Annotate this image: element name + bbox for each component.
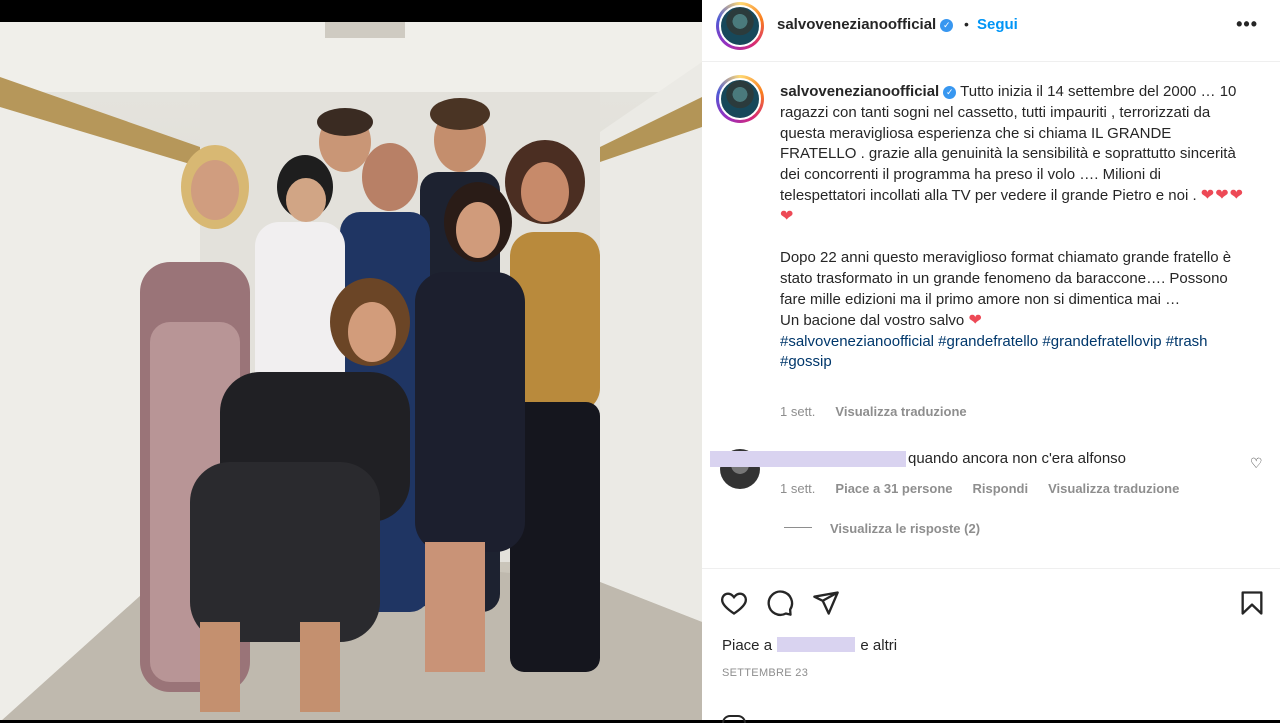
heart-icon[interactable] bbox=[720, 589, 748, 617]
likes-suffix[interactable]: e altri bbox=[860, 637, 897, 654]
comment-like-heart-icon[interactable]: ♡ bbox=[1250, 455, 1263, 472]
comment-time[interactable]: 1 sett. bbox=[780, 481, 815, 496]
follow-button[interactable]: Segui bbox=[977, 16, 1018, 33]
comment-reply-button[interactable]: Rispondi bbox=[973, 481, 1029, 496]
comment-translate-link[interactable]: Visualizza traduzione bbox=[1048, 481, 1179, 496]
likes-prefix: Piace a bbox=[722, 637, 773, 654]
author-username-text[interactable]: salvovenezianoofficial bbox=[777, 16, 936, 33]
share-icon[interactable] bbox=[812, 589, 840, 617]
post-photo[interactable] bbox=[0, 22, 702, 720]
caption-author-avatar[interactable] bbox=[716, 75, 764, 123]
photo-top-bar bbox=[0, 0, 702, 22]
instagram-post-modal: salvovenezianoofficial ✓ • Segui ••• salv… bbox=[0, 0, 1280, 723]
post-header: salvovenezianoofficial ✓ • Segui ••• bbox=[702, 0, 1280, 62]
post-date[interactable]: SETTEMBRE 23 bbox=[722, 667, 808, 679]
caption-paragraph-2: Dopo 22 anni questo meraviglioso format … bbox=[780, 249, 1232, 308]
post-actions: Piace a e altri SETTEMBRE 23 bbox=[702, 568, 1280, 723]
comment-meta: 1 sett. Piace a 31 persone Rispondi Visuali… bbox=[780, 481, 1179, 496]
more-options-icon[interactable]: ••• bbox=[1236, 14, 1258, 35]
heart-emoji: ❤ bbox=[968, 311, 983, 329]
caption-paragraph-3: Un bacione dal vostro salvo bbox=[780, 311, 965, 329]
emoji-icon[interactable] bbox=[722, 715, 746, 723]
replies-divider-line bbox=[784, 527, 812, 528]
group-photo-illustration bbox=[0, 22, 702, 720]
comments-scroll-area[interactable]: salvovenezianoofficial ✓ Tutto inizia il … bbox=[702, 63, 1280, 568]
post-photo-area bbox=[0, 0, 702, 720]
comment-icon[interactable] bbox=[766, 589, 794, 617]
redacted-commenter-name bbox=[710, 451, 906, 467]
view-replies-link[interactable]: Visualizza le risposte (2) bbox=[830, 521, 980, 536]
caption-username[interactable]: salvovenezianoofficial bbox=[780, 83, 939, 100]
author-username[interactable]: salvovenezianoofficial ✓ bbox=[777, 16, 954, 33]
comment-likes[interactable]: Piace a 31 persone bbox=[835, 481, 952, 496]
caption-time[interactable]: 1 sett. bbox=[780, 404, 815, 419]
verified-badge-icon: ✓ bbox=[943, 86, 957, 99]
header-separator: • bbox=[964, 16, 969, 32]
view-replies[interactable]: Visualizza le risposte (2) bbox=[830, 521, 980, 536]
post-caption: salvovenezianoofficial ✓ Tutto inizia il … bbox=[780, 82, 1250, 373]
caption-paragraph-1: Tutto inizia il 14 settembre del 2000 … … bbox=[780, 83, 1237, 204]
bookmark-icon[interactable] bbox=[1238, 589, 1266, 617]
redacted-liker-name bbox=[777, 637, 856, 652]
caption-translate-link[interactable]: Visualizza traduzione bbox=[835, 404, 966, 419]
post-side-panel: salvovenezianoofficial ✓ • Segui ••• salv… bbox=[702, 0, 1280, 723]
verified-badge-icon: ✓ bbox=[940, 19, 954, 32]
caption-meta: 1 sett. Visualizza traduzione bbox=[780, 404, 967, 419]
author-avatar[interactable] bbox=[716, 2, 764, 50]
post-likes: Piace a e altri bbox=[722, 637, 897, 654]
comment-text: quando ancora non c'era alfonso bbox=[908, 450, 1127, 467]
caption-hashtags[interactable]: #salvovenezianoofficial #grandefratello … bbox=[780, 333, 1208, 371]
